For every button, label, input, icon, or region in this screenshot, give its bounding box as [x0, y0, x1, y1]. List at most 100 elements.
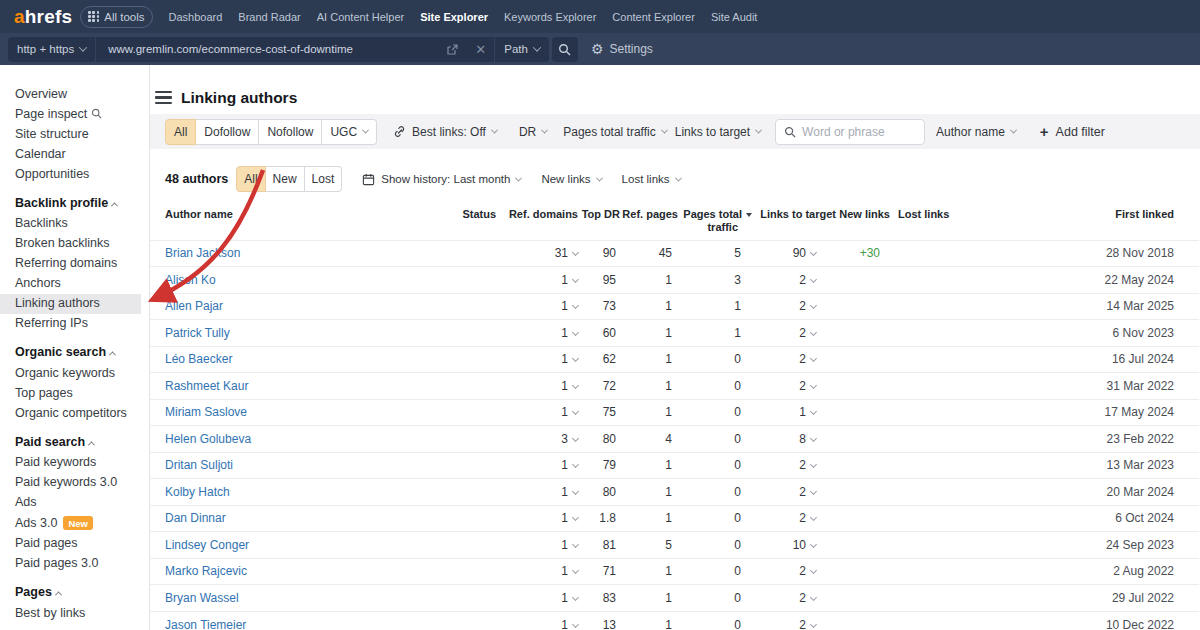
sidebar-item-overview[interactable]: Overview — [0, 84, 149, 104]
sidebar-section-pages[interactable]: Pages — [0, 574, 149, 604]
clear-icon[interactable]: ✕ — [475, 42, 486, 57]
chevron-down-icon[interactable] — [572, 408, 579, 415]
lost-links-dropdown[interactable]: Lost links — [622, 173, 681, 185]
segment-nofollow[interactable]: Nofollow — [259, 119, 322, 145]
chevron-down-icon[interactable] — [810, 382, 817, 389]
chevron-down-icon[interactable] — [572, 382, 579, 389]
author-link[interactable]: Jason Tiemeier — [165, 618, 246, 630]
mode-dropdown[interactable]: Path — [495, 37, 549, 62]
sidebar-item-page-inspect[interactable]: Page inspect — [0, 104, 149, 124]
protocol-dropdown[interactable]: http + https — [8, 37, 95, 62]
chevron-down-icon[interactable] — [810, 514, 817, 521]
sidebar-item-anchors[interactable]: Anchors — [0, 274, 149, 294]
sidebar-item-ads-3-0[interactable]: Ads 3.0New — [0, 513, 149, 534]
links-to-target-filter[interactable]: Links to target — [675, 125, 761, 139]
sidebar-item-organic-competitors[interactable]: Organic competitors — [0, 403, 149, 423]
author-link[interactable]: Allen Pajar — [165, 299, 223, 313]
chevron-down-icon[interactable] — [572, 329, 579, 336]
author-link[interactable]: Rashmeet Kaur — [165, 379, 248, 393]
sidebar-item-top-pages[interactable]: Top pages — [0, 383, 149, 403]
chevron-down-icon[interactable] — [572, 567, 579, 574]
new-links-dropdown[interactable]: New links — [541, 173, 601, 185]
sidebar-item-calendar[interactable]: Calendar — [0, 144, 149, 164]
nav-item-content-explorer[interactable]: Content Explorer — [604, 11, 703, 23]
chevron-down-icon[interactable] — [810, 435, 817, 442]
chevron-down-icon[interactable] — [572, 514, 579, 521]
open-external-icon[interactable] — [446, 43, 459, 56]
ahrefs-logo[interactable]: ahrefs — [14, 6, 72, 28]
author-link[interactable]: Léo Baecker — [165, 352, 232, 366]
sidebar-section-paid-search[interactable]: Paid search — [0, 423, 149, 453]
segment-dofollow[interactable]: Dofollow — [196, 119, 259, 145]
segment-all[interactable]: All — [236, 166, 265, 192]
sidebar-item-broken-backlinks[interactable]: Broken backlinks — [0, 234, 149, 254]
column-header-status[interactable]: Status — [446, 199, 496, 240]
author-link[interactable]: Dritan Suljoti — [165, 458, 233, 472]
author-link[interactable]: Bryan Wassel — [165, 591, 239, 605]
chevron-down-icon[interactable] — [572, 594, 579, 601]
word-search-input[interactable]: Word or phrase — [775, 119, 925, 145]
chevron-down-icon[interactable] — [810, 355, 817, 362]
sidebar-item-organic-keywords[interactable]: Organic keywords — [0, 363, 149, 383]
author-link[interactable]: Lindsey Conger — [165, 538, 249, 552]
chevron-down-icon[interactable] — [810, 329, 817, 336]
sidebar-item-referring-ips[interactable]: Referring IPs — [0, 314, 149, 334]
chevron-down-icon[interactable] — [572, 435, 579, 442]
sidebar-item-paid-keywords[interactable]: Paid keywords — [0, 453, 149, 473]
pages-total-traffic-filter[interactable]: Pages total traffic — [563, 125, 667, 139]
nav-item-site-audit[interactable]: Site Audit — [703, 11, 765, 23]
sidebar-section-backlink-profile[interactable]: Backlink profile — [0, 184, 149, 214]
chevron-down-icon[interactable] — [810, 408, 817, 415]
nav-item-site-explorer[interactable]: Site Explorer — [412, 11, 496, 23]
author-link[interactable]: Dan Dinnar — [165, 511, 226, 525]
chevron-down-icon[interactable] — [572, 249, 579, 256]
chevron-down-icon[interactable] — [810, 488, 817, 495]
sidebar-item-best-by-links[interactable]: Best by links — [0, 603, 149, 623]
author-link[interactable]: Marko Rajcevic — [165, 564, 247, 578]
sidebar-item-linking-authors[interactable]: Linking authors — [0, 294, 149, 314]
show-history-dropdown[interactable]: Show history: Last month — [362, 173, 521, 186]
segment-all[interactable]: All — [165, 119, 196, 145]
column-header-ref-domains[interactable]: Ref. domains — [496, 199, 578, 240]
chevron-down-icon[interactable] — [572, 488, 579, 495]
best-links-filter[interactable]: Best links: Off — [393, 125, 497, 139]
chevron-down-icon[interactable] — [572, 276, 579, 283]
chevron-down-icon[interactable] — [810, 541, 817, 548]
sidebar-item-paid-pages-3-0[interactable]: Paid pages 3.0 — [0, 554, 149, 574]
add-filter-button[interactable]: + Add filter — [1040, 124, 1105, 139]
chevron-down-icon[interactable] — [810, 567, 817, 574]
segment-lost[interactable]: Lost — [305, 166, 343, 192]
chevron-down-icon[interactable] — [810, 249, 817, 256]
settings-button[interactable]: ⚙ Settings — [591, 42, 653, 56]
chevron-down-icon[interactable] — [810, 594, 817, 601]
sidebar-section-organic-search[interactable]: Organic search — [0, 334, 149, 364]
sidebar-item-opportunities[interactable]: Opportunities — [0, 164, 149, 184]
sidebar-item-referring-domains[interactable]: Referring domains — [0, 254, 149, 274]
author-link[interactable]: Kolby Hatch — [165, 485, 230, 499]
column-header-name[interactable]: Author name — [150, 199, 446, 240]
author-link[interactable]: Helen Golubeva — [165, 432, 251, 446]
chevron-down-icon[interactable] — [572, 302, 579, 309]
column-header-new-links[interactable]: New links — [836, 199, 890, 240]
column-header-ref-pages[interactable]: Ref. pages — [620, 199, 678, 240]
chevron-down-icon[interactable] — [572, 620, 579, 627]
chevron-down-icon[interactable] — [810, 461, 817, 468]
column-header-first-linked[interactable]: First linked — [950, 199, 1199, 240]
author-link[interactable]: Patrick Tully — [165, 326, 230, 340]
column-header-lost-links[interactable]: Lost links — [890, 199, 950, 240]
chevron-down-icon[interactable] — [572, 355, 579, 362]
chevron-down-icon[interactable] — [572, 541, 579, 548]
author-link[interactable]: Alison Ko — [165, 273, 216, 287]
nav-item-dashboard[interactable]: Dashboard — [161, 11, 231, 23]
author-link[interactable]: Brian Jackson — [165, 246, 240, 260]
sidebar-item-paid-pages[interactable]: Paid pages — [0, 534, 149, 554]
nav-item-brand-radar[interactable]: Brand Radar — [230, 11, 308, 23]
author-link[interactable]: Miriam Saslove — [165, 405, 247, 419]
sidebar-item-ads[interactable]: Ads — [0, 493, 149, 513]
author-name-dropdown[interactable]: Author name — [936, 125, 1016, 139]
chevron-down-icon[interactable] — [810, 276, 817, 283]
chevron-down-icon[interactable] — [810, 302, 817, 309]
search-button[interactable] — [552, 37, 578, 62]
segment-ugc[interactable]: UGC — [322, 119, 377, 145]
chevron-down-icon[interactable] — [810, 620, 817, 627]
